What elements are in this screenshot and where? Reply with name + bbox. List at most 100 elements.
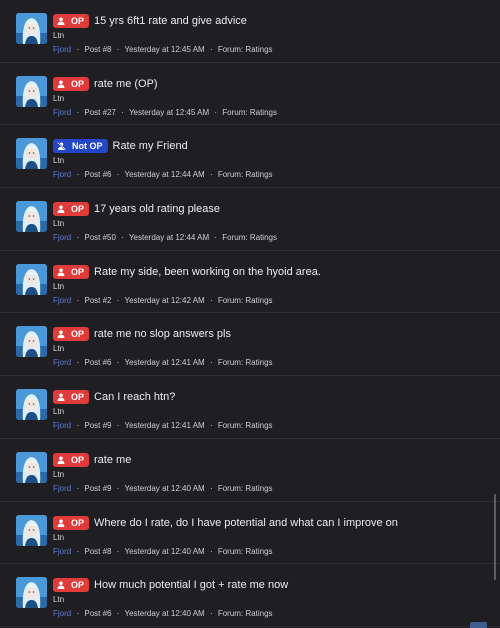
search-results-list: OP 15 yrs 6ft1 rate and give advice Ltn … <box>0 0 500 628</box>
badge-label: OP <box>71 517 85 528</box>
forum-link[interactable]: Forum: Ratings <box>218 547 273 556</box>
result-row[interactable]: OP 17 years old rating please Ltn Fjord … <box>0 188 500 251</box>
meta-separator: · <box>76 45 80 54</box>
badge-label: OP <box>71 266 85 277</box>
meta-separator: · <box>116 546 120 556</box>
avatar[interactable] <box>16 577 47 609</box>
thread-author[interactable]: Ltn <box>53 219 64 228</box>
poster-link[interactable]: Fjord <box>53 484 71 493</box>
thread-author[interactable]: Ltn <box>53 282 64 291</box>
result-row[interactable]: OP Can I reach htn? Ltn Fjord · Post #9 … <box>0 376 500 439</box>
thread-author[interactable]: Ltn <box>53 156 64 165</box>
post-number[interactable]: Post #9 <box>84 421 111 430</box>
result-meta: Fjord · Post #6 · Yesterday at 12:41 AM … <box>53 358 273 367</box>
result-row[interactable]: OP rate me Ltn Fjord · Post #9 · Yesterd… <box>0 439 500 502</box>
result-row[interactable]: OP rate me no slop answers pls Ltn Fjord… <box>0 313 500 377</box>
meta-separator: · <box>76 295 80 305</box>
poster-link[interactable]: Fjord <box>53 421 71 430</box>
op-badge: OP <box>53 327 90 342</box>
result-title-link[interactable]: How much potential I got + rate me now <box>94 579 288 591</box>
meta-separator: · <box>121 233 124 243</box>
forum-link[interactable]: Forum: Ratings <box>218 296 273 305</box>
post-number[interactable]: Post #6 <box>84 170 111 179</box>
forum-link[interactable]: Forum: Ratings <box>222 108 277 117</box>
result-row[interactable]: OP Rate my side, been working on the hyo… <box>0 251 500 314</box>
result-meta: Fjord · Post #50 · Yesterday at 12:44 AM… <box>53 233 277 242</box>
result-title-link[interactable]: Can I reach htn? <box>94 391 175 403</box>
thread-author[interactable]: Ltn <box>53 595 64 604</box>
thread-author[interactable]: Ltn <box>53 407 64 416</box>
forum-link[interactable]: Forum: Ratings <box>222 233 277 242</box>
poster-link[interactable]: Fjord <box>53 108 71 117</box>
badge-label: OP <box>71 392 85 403</box>
avatar[interactable] <box>16 389 47 421</box>
avatar[interactable] <box>16 514 47 546</box>
forum-link[interactable]: Forum: Ratings <box>218 609 273 618</box>
post-number[interactable]: Post #50 <box>84 233 116 242</box>
poster-link[interactable]: Fjord <box>53 296 71 305</box>
result-title-link[interactable]: Where do I rate, do I have potential and… <box>94 517 398 529</box>
scrollbar[interactable] <box>494 494 496 580</box>
user-icon <box>57 80 68 88</box>
result-row[interactable]: OP How much potential I got + rate me no… <box>0 564 500 627</box>
post-number[interactable]: Post #8 <box>84 45 111 54</box>
result-title-line: Not OP Rate my Friend <box>53 139 188 154</box>
poster-link[interactable]: Fjord <box>53 170 71 179</box>
badge-label: OP <box>71 78 85 89</box>
result-title-link[interactable]: 17 years old rating please <box>94 203 220 215</box>
result-meta: Fjord · Post #6 · Yesterday at 12:44 AM … <box>53 170 273 179</box>
meta-separator: · <box>116 609 120 619</box>
avatar[interactable] <box>16 326 47 358</box>
result-row[interactable]: OP rate me (OP) Ltn Fjord · Post #27 · Y… <box>0 63 500 126</box>
forum-link[interactable]: Forum: Ratings <box>218 170 273 179</box>
avatar[interactable] <box>16 451 47 483</box>
meta-separator: · <box>209 609 213 619</box>
result-row[interactable]: Not OP Rate my Friend Ltn Fjord · Post #… <box>0 125 500 189</box>
thread-author[interactable]: Ltn <box>53 94 64 103</box>
result-title-link[interactable]: rate me no slop answers pls <box>94 328 231 340</box>
poster-link[interactable]: Fjord <box>53 609 71 618</box>
meta-separator: · <box>121 107 124 117</box>
not-op-badge: Not OP <box>53 139 108 154</box>
meta-separator: · <box>209 170 213 180</box>
avatar[interactable] <box>16 201 47 233</box>
poster-link[interactable]: Fjord <box>53 45 71 54</box>
badge-label: OP <box>71 454 85 465</box>
meta-separator: · <box>76 421 80 431</box>
avatar[interactable] <box>16 13 47 44</box>
result-title-link[interactable]: rate me (OP) <box>94 78 158 90</box>
thread-author[interactable]: Ltn <box>53 31 64 40</box>
thread-author[interactable]: Ltn <box>53 470 64 479</box>
user-icon <box>57 581 68 590</box>
result-row[interactable]: OP Where do I rate, do I have potential … <box>0 502 500 565</box>
forum-link[interactable]: Forum: Ratings <box>218 358 273 367</box>
avatar[interactable] <box>16 75 47 107</box>
result-row[interactable]: OP 15 yrs 6ft1 rate and give advice Ltn … <box>0 0 500 63</box>
result-title-link[interactable]: rate me <box>94 454 131 466</box>
meta-separator: · <box>214 233 218 243</box>
result-title-link[interactable]: Rate my Friend <box>113 140 188 152</box>
forum-link[interactable]: Forum: Ratings <box>218 484 273 493</box>
poster-link[interactable]: Fjord <box>53 233 71 242</box>
thread-author[interactable]: Ltn <box>53 344 64 353</box>
post-number[interactable]: Post #8 <box>84 547 111 556</box>
result-title-line: OP 15 yrs 6ft1 rate and give advice <box>53 14 247 28</box>
poster-link[interactable]: Fjord <box>53 547 71 556</box>
post-number[interactable]: Post #2 <box>84 296 111 305</box>
post-number[interactable]: Post #6 <box>84 609 111 618</box>
post-number[interactable]: Post #27 <box>84 108 116 117</box>
post-number[interactable]: Post #9 <box>84 484 111 493</box>
meta-separator: · <box>209 45 213 54</box>
forum-link[interactable]: Forum: Ratings <box>218 45 273 54</box>
thread-author[interactable]: Ltn <box>53 533 64 542</box>
forum-link[interactable]: Forum: Ratings <box>218 421 273 430</box>
scroll-to-top-button[interactable] <box>470 622 487 628</box>
user-icon <box>57 205 68 214</box>
post-number[interactable]: Post #6 <box>84 358 111 367</box>
poster-link[interactable]: Fjord <box>53 358 71 367</box>
post-time: Yesterday at 12:44 AM <box>128 233 210 243</box>
result-title-link[interactable]: 15 yrs 6ft1 rate and give advice <box>94 15 247 27</box>
result-title-link[interactable]: Rate my side, been working on the hyoid … <box>94 266 321 278</box>
avatar[interactable] <box>16 138 47 170</box>
avatar[interactable] <box>16 263 47 295</box>
